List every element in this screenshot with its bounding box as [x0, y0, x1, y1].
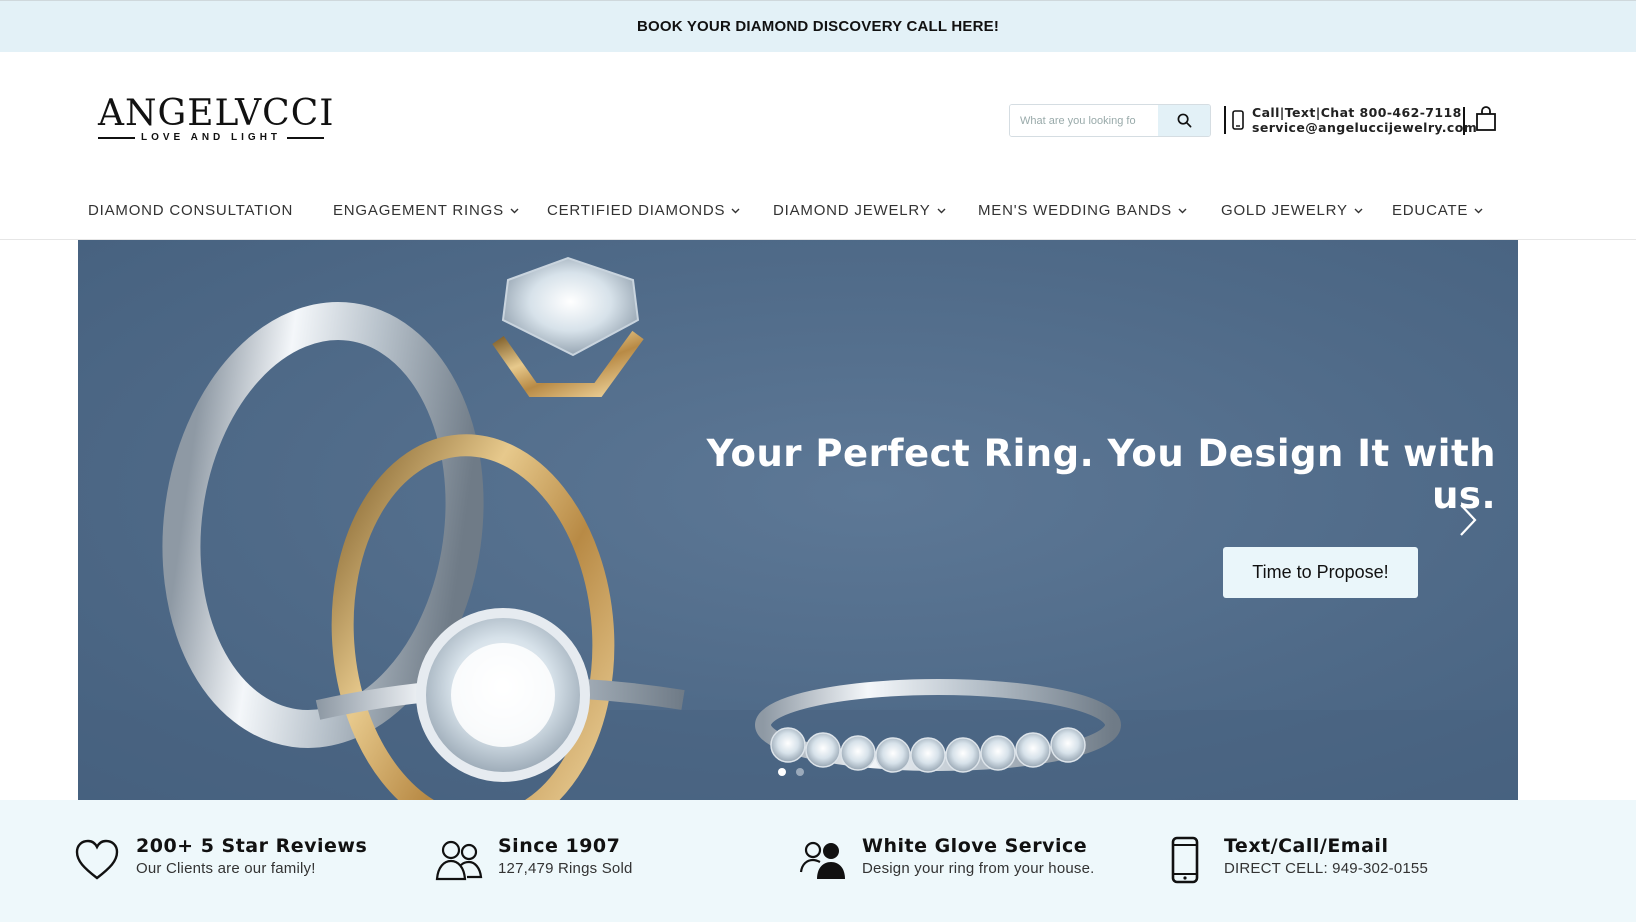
contact-email[interactable]: service@angeluccijewelry.com — [1252, 120, 1477, 135]
shopping-bag-icon — [1476, 106, 1496, 131]
slide-dot-2[interactable] — [796, 768, 804, 776]
nav-item-label: DIAMOND JEWELRY — [773, 202, 931, 219]
feature-title: White Glove Service — [862, 835, 1088, 857]
nav-item-diamond-jewelry[interactable]: DIAMOND JEWELRY — [773, 202, 946, 219]
nav-item-educate[interactable]: EDUCATE — [1392, 202, 1483, 219]
logo-rule-left — [98, 136, 135, 139]
site-logo[interactable]: ANGELVCCI LOVE AND LIGHT — [98, 93, 335, 146]
nav-item-label: GOLD JEWELRY — [1221, 202, 1348, 219]
slide-dot-1[interactable] — [778, 768, 786, 776]
logo-tagline-row: LOVE AND LIGHT — [98, 132, 325, 143]
feature-title: Text/Call/Email — [1224, 835, 1389, 857]
chevron-down-icon — [1474, 208, 1483, 213]
contact-phone[interactable]: Call|Text|Chat 800-462-7118 — [1252, 105, 1477, 120]
time-to-propose-button[interactable]: Time to Propose! — [1223, 547, 1418, 598]
search-box — [1009, 104, 1211, 137]
cart-button[interactable] — [1475, 106, 1497, 137]
divider — [1463, 107, 1465, 135]
next-slide-button[interactable] — [1453, 500, 1483, 540]
mobile-phone-icon — [1160, 835, 1210, 885]
feature-subtitle: 127,479 Rings Sold — [498, 860, 633, 877]
feature-contact[interactable]: Text/Call/Email DIRECT CELL: 949-302-015… — [1160, 835, 1428, 885]
nav-item-diamond-consultation[interactable]: DIAMOND CONSULTATION — [88, 202, 293, 219]
logo-wordmark: ANGELVCCI — [98, 93, 335, 134]
divider — [1224, 106, 1226, 134]
nav-item-label: ENGAGEMENT RINGS — [333, 202, 504, 219]
announcement-text[interactable]: BOOK YOUR DIAMOND DISCOVERY CALL HERE! — [637, 18, 999, 35]
header-contact[interactable]: Call|Text|Chat 800-462-7118 service@ange… — [1224, 105, 1477, 135]
feature-title: Since 1907 — [498, 835, 621, 857]
nav-item-label: DIAMOND CONSULTATION — [88, 202, 294, 219]
chevron-right-icon — [1460, 504, 1477, 536]
users-icon — [434, 835, 484, 885]
hero-rings-image — [78, 256, 1518, 800]
announcement-bar[interactable]: BOOK YOUR DIAMOND DISCOVERY CALL HERE! — [0, 0, 1636, 52]
nav-item-label: CERTIFIED DIAMONDS — [547, 202, 726, 219]
feature-white-glove[interactable]: White Glove Service Design your ring fro… — [798, 835, 1095, 885]
logo-rule-right — [287, 136, 325, 139]
feature-reviews[interactable]: 200+ 5 Star Reviews Our Clients are our … — [72, 835, 367, 885]
chevron-down-icon — [1178, 208, 1187, 213]
nav-item-certified-diamonds[interactable]: CERTIFIED DIAMONDS — [547, 202, 740, 219]
contact-lines: Call|Text|Chat 800-462-7118 service@ange… — [1252, 105, 1477, 135]
feature-subtitle: Design your ring from your house. — [862, 860, 1095, 877]
hero-banner[interactable]: Your Perfect Ring. You Design It with us… — [78, 240, 1518, 800]
feature-title: 200+ 5 Star Reviews — [136, 835, 368, 857]
chevron-down-icon — [1354, 208, 1363, 213]
main-nav: DIAMOND CONSULTATION ENGAGEMENT RINGS CE… — [0, 190, 1636, 240]
search-icon — [1177, 113, 1191, 128]
logo-tagline: LOVE AND LIGHT — [140, 132, 282, 143]
feature-since[interactable]: Since 1907 127,479 Rings Sold — [434, 835, 633, 885]
chevron-down-icon — [510, 208, 519, 213]
nav-item-mens-wedding-bands[interactable]: MEN'S WEDDING BANDS — [978, 202, 1187, 219]
hero-headline: Your Perfect Ring. You Design It with us… — [706, 432, 1496, 517]
chevron-down-icon — [937, 208, 946, 213]
slide-dots — [778, 768, 804, 776]
user-group-icon — [798, 835, 848, 885]
nav-item-label: EDUCATE — [1392, 202, 1469, 219]
search-button[interactable] — [1158, 105, 1210, 136]
feature-subtitle: DIRECT CELL: 949-302-0155 — [1224, 860, 1428, 877]
nav-item-gold-jewelry[interactable]: GOLD JEWELRY — [1221, 202, 1363, 219]
heart-icon — [72, 835, 122, 885]
features-strip: 200+ 5 Star Reviews Our Clients are our … — [0, 800, 1636, 922]
nav-item-label: MEN'S WEDDING BANDS — [978, 202, 1172, 219]
phone-icon — [1232, 110, 1244, 130]
chevron-down-icon — [731, 208, 740, 213]
search-input[interactable] — [1010, 105, 1158, 136]
feature-subtitle: Our Clients are our family! — [136, 860, 316, 877]
nav-item-engagement-rings[interactable]: ENGAGEMENT RINGS — [333, 202, 519, 219]
